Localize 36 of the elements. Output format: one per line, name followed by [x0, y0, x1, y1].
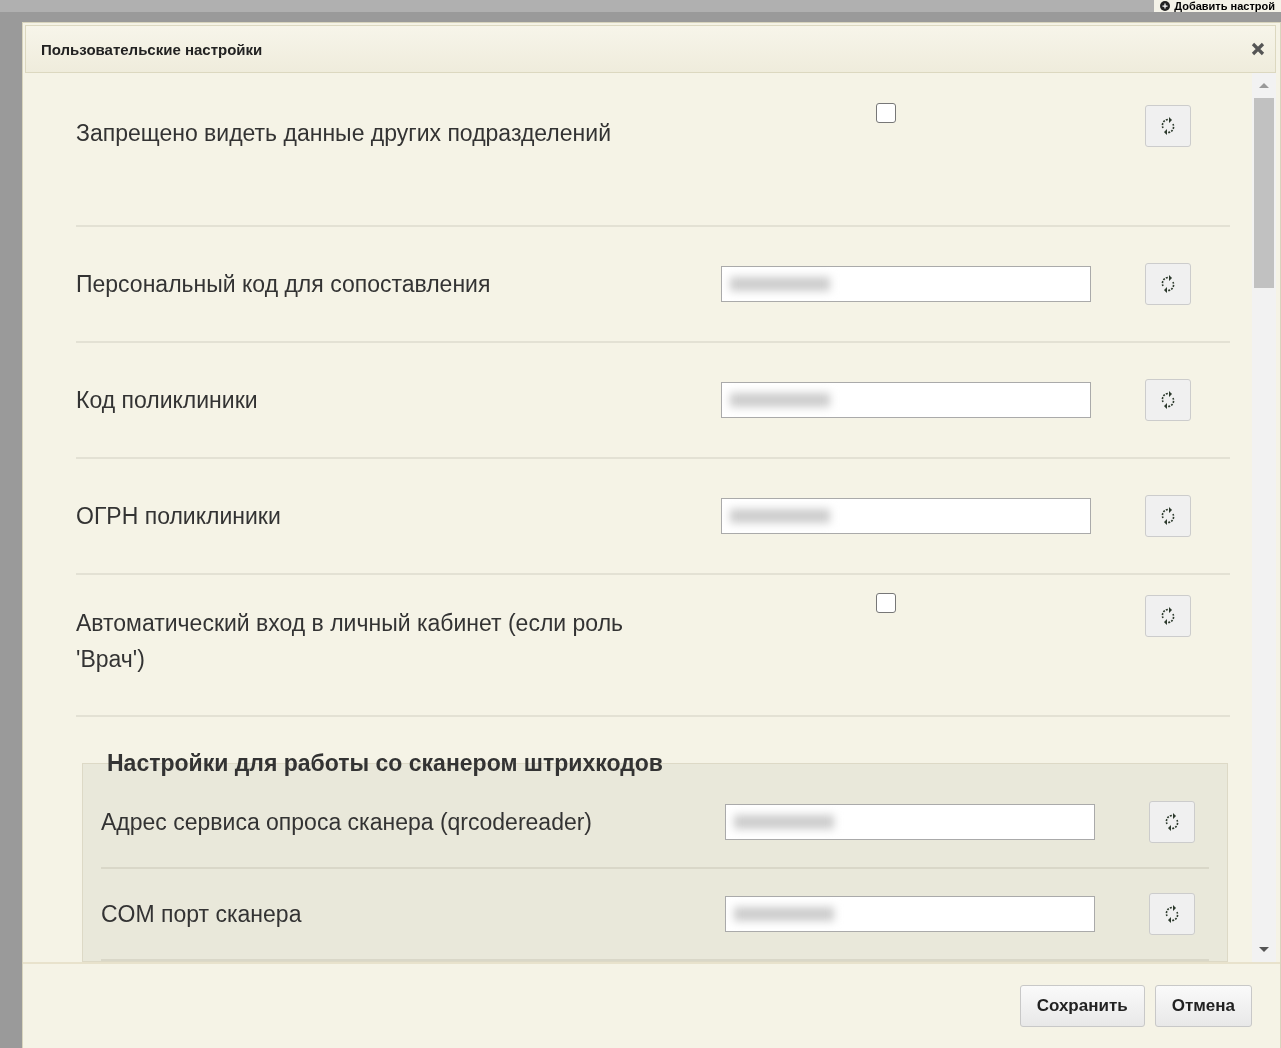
- refresh-icon: [1163, 812, 1181, 832]
- setting-label: COM порт сканера: [101, 900, 303, 929]
- input-field[interactable]: [725, 896, 1095, 932]
- setting-label: Код поликлиники: [76, 386, 259, 415]
- setting-label: Персональный код для сопоставления: [76, 270, 492, 299]
- refresh-icon: [1163, 904, 1181, 924]
- reset-button[interactable]: [1145, 263, 1191, 305]
- reset-button[interactable]: [1149, 801, 1195, 843]
- setting-label: Запрещено видеть данные других подразделений: [76, 119, 612, 148]
- input-field[interactable]: [725, 804, 1095, 840]
- scrollbar[interactable]: [1252, 73, 1276, 962]
- setting-label: ОГРН поликлиники: [76, 502, 282, 531]
- refresh-icon: [1159, 274, 1177, 294]
- refresh-icon: [1159, 506, 1177, 526]
- plus-circle-icon: [1160, 1, 1171, 11]
- reset-button[interactable]: [1145, 379, 1191, 421]
- refresh-icon: [1159, 606, 1177, 626]
- setting-label: Автоматический вход в личный кабинет (если роль 'Врач'): [76, 609, 625, 674]
- refresh-icon: [1159, 390, 1177, 410]
- input-field[interactable]: [721, 266, 1091, 302]
- reset-button[interactable]: [1145, 105, 1191, 147]
- dialog-button[interactable]: Отмена: [1154, 985, 1252, 1027]
- input-field[interactable]: [721, 498, 1091, 534]
- group-legend: Настройки для работы со сканером штрихкодов: [101, 750, 1209, 777]
- refresh-icon: [1159, 116, 1177, 136]
- setting-label: Адрес сервиса опроса сканера (qrcodereader): [101, 808, 594, 837]
- dialog-title: Пользовательские настройки: [41, 40, 263, 58]
- dialog-button[interactable]: Сохранить: [1019, 985, 1145, 1027]
- add-setting-button[interactable]: Добавить настрой: [1154, 0, 1281, 12]
- checkbox[interactable]: [876, 103, 896, 123]
- close-icon[interactable]: [1251, 42, 1265, 56]
- reset-button[interactable]: [1145, 595, 1191, 637]
- checkbox[interactable]: [876, 593, 896, 613]
- reset-button[interactable]: [1145, 495, 1191, 537]
- input-field[interactable]: [721, 382, 1091, 418]
- reset-button[interactable]: [1149, 893, 1195, 935]
